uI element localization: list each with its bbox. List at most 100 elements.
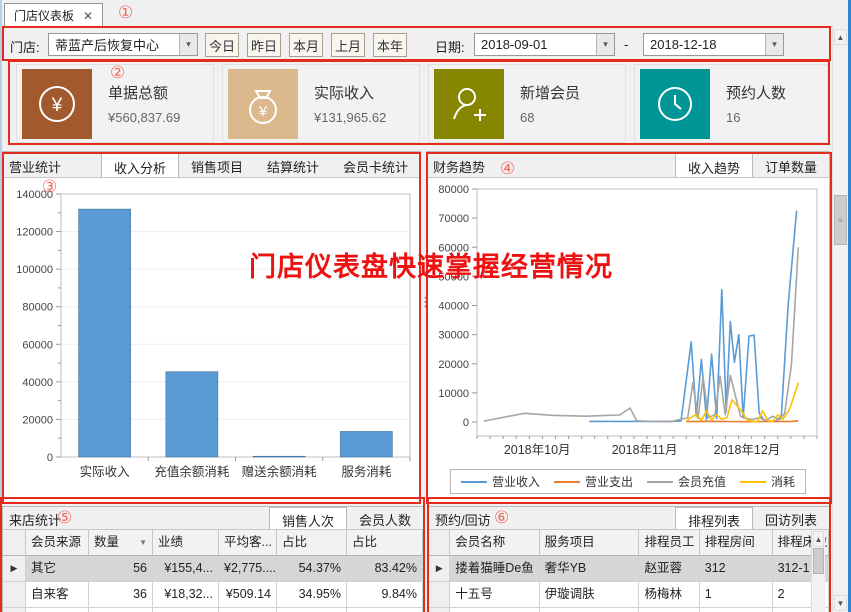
tab-income-trend[interactable]: 收入趋势 xyxy=(675,152,753,177)
range-button-this-month[interactable]: 本月 xyxy=(289,33,323,57)
table-cell: 自来客 xyxy=(26,582,89,608)
column-header[interactable]: 占比 xyxy=(277,530,347,556)
column-header[interactable]: 会员来源 xyxy=(26,530,89,556)
chart-legend: 营业收入营业支出会员充值消耗 xyxy=(450,469,806,494)
table-cell: 搂着猫睡De鱼 xyxy=(450,556,539,582)
table-row[interactable]: 转介绍5¥6,731...¥1,346...4.85%2.61% xyxy=(3,608,423,612)
kpi-label: 实际收入 xyxy=(314,82,386,103)
tab-settlement-stats[interactable]: 结算统计 xyxy=(255,152,331,177)
table-header-row: 会员名称服务项目排程员工排程房间排程床位 xyxy=(429,530,829,556)
range-button-last-month[interactable]: 上月 xyxy=(331,33,365,57)
svg-text:80000: 80000 xyxy=(22,302,53,314)
table-cell: 赵亚蓉 xyxy=(639,556,699,582)
scroll-up-icon[interactable]: ▲ xyxy=(837,33,845,42)
chevron-down-icon[interactable]: ▾ xyxy=(596,34,614,55)
range-button-this-year[interactable]: 本年 xyxy=(373,33,407,57)
row-selector[interactable]: ▶ xyxy=(3,556,26,582)
svg-text:50000: 50000 xyxy=(438,271,469,283)
table-cell: 其它 xyxy=(26,556,89,582)
tab-income-analysis[interactable]: 收入分析 xyxy=(101,152,179,177)
kpi-label: 新增会员 xyxy=(520,82,580,103)
person-plus-icon xyxy=(434,69,504,139)
chevron-down-icon[interactable]: ▾ xyxy=(179,34,197,55)
row-selector[interactable] xyxy=(3,582,26,608)
column-header[interactable]: 会员名称 xyxy=(450,530,539,556)
kpi-card-total-amount: ¥ 单据总额 ¥560,837.69 xyxy=(16,64,214,143)
main-scrollbar-thumb[interactable]: ≡ xyxy=(834,195,847,245)
column-header[interactable]: 排程员工 xyxy=(639,530,699,556)
column-header[interactable]: 排程房间 xyxy=(700,530,773,556)
table-row[interactable]: ▶搂着猫睡De鱼奢华YB赵亚蓉312312-1 xyxy=(429,556,829,582)
tab-member-count[interactable]: 会员人数 xyxy=(347,507,423,529)
column-header[interactable]: 占比 xyxy=(347,530,423,556)
row-selector[interactable] xyxy=(429,582,450,608)
row-selector[interactable] xyxy=(3,608,26,612)
legend-item: 会员充值 xyxy=(647,473,726,490)
filter-icon[interactable]: ▼ xyxy=(139,530,147,555)
money-bag-icon: ¥ xyxy=(228,69,298,139)
legend-swatch-icon xyxy=(554,481,580,483)
legend-item: 消耗 xyxy=(740,473,795,490)
table-cell: 54.37% xyxy=(277,556,347,582)
kpi-value: 16 xyxy=(726,110,786,125)
legend-swatch-icon xyxy=(647,481,673,483)
column-header[interactable]: 数量▼ xyxy=(89,530,153,556)
bar-chart: 020000400006000080000100000120000140000实… xyxy=(3,178,420,503)
table-cell: ¥6,731... xyxy=(153,608,219,612)
table-cell: ¥1,346... xyxy=(219,608,277,612)
kpi-card-actual-income: ¥ 实际收入 ¥131,965.62 xyxy=(222,64,420,143)
legend-label: 消耗 xyxy=(771,473,795,490)
tab-bar: 门店仪表板 ✕ xyxy=(2,0,833,27)
range-button-yesterday[interactable]: 昨日 xyxy=(247,33,281,57)
tab-callback-list[interactable]: 回访列表 xyxy=(753,507,829,529)
table-row[interactable]: ▶其它56¥155,4...¥2,775....54.37%83.42% xyxy=(3,556,423,582)
table-scrollbar[interactable]: ▲ xyxy=(811,530,825,612)
svg-text:2018年11月: 2018年11月 xyxy=(612,443,678,457)
table-row[interactable]: 双十三伊璇调肤王五11 xyxy=(429,608,829,612)
kpi-value: 68 xyxy=(520,110,580,125)
table-row[interactable]: 自来客36¥18,32...¥509.1434.95%9.84% xyxy=(3,582,423,608)
row-selector[interactable] xyxy=(429,608,450,612)
row-selector[interactable]: ▶ xyxy=(429,556,450,582)
tab-dashboard[interactable]: 门店仪表板 ✕ xyxy=(4,3,103,27)
kpi-card-appointments: 预约人数 16 xyxy=(634,64,828,143)
column-header[interactable]: 平均客... xyxy=(219,530,277,556)
close-icon[interactable]: ✕ xyxy=(83,9,93,23)
table-row[interactable]: 十五号伊璇调肤杨梅林12 xyxy=(429,582,829,608)
table-scrollbar-thumb[interactable] xyxy=(813,548,824,574)
date-from-select[interactable]: 2018-09-01 ▾ xyxy=(474,33,615,56)
scroll-up-icon[interactable]: ▲ xyxy=(815,535,823,544)
column-header[interactable]: 服务项目 xyxy=(540,530,640,556)
tab-member-card-stats[interactable]: 会员卡统计 xyxy=(331,152,420,177)
main-scrollbar[interactable]: ▲ ≡ ▼ xyxy=(832,28,848,612)
table-cell: 1 xyxy=(700,582,773,608)
legend-label: 营业支出 xyxy=(585,473,633,490)
business-stats-panel: 营业统计 收入分析 销售项目 结算统计 会员卡统计 02000040000600… xyxy=(2,151,421,503)
legend-swatch-icon xyxy=(461,481,487,483)
range-button-today[interactable]: 今日 xyxy=(205,33,239,57)
store-select[interactable]: 蒂蓝产后恢复中心 ▾ xyxy=(48,33,198,56)
tab-schedule-list[interactable]: 排程列表 xyxy=(675,507,753,529)
chevron-down-icon[interactable]: ▾ xyxy=(765,34,783,55)
table-cell: 转介绍 xyxy=(26,608,89,612)
column-header[interactable]: 业绩 xyxy=(153,530,219,556)
svg-text:¥: ¥ xyxy=(258,103,268,120)
svg-text:0: 0 xyxy=(463,417,469,429)
tab-sales-visits[interactable]: 销售人次 xyxy=(269,507,347,529)
panel-title: 营业统计 xyxy=(3,152,69,177)
table-cell: 十五号 xyxy=(450,582,539,608)
svg-text:实际收入: 实际收入 xyxy=(80,464,131,479)
svg-text:100000: 100000 xyxy=(16,264,53,276)
panel-splitter-handle[interactable]: ⋮ xyxy=(419,298,426,338)
date-separator: - xyxy=(624,37,628,52)
scroll-down-icon[interactable]: ▼ xyxy=(837,599,845,608)
tab-sales-items[interactable]: 销售项目 xyxy=(179,152,255,177)
table-cell: 双十三 xyxy=(450,608,539,612)
panel-title: 财务趋势 xyxy=(427,152,493,177)
toolbar: 门店: 蒂蓝产后恢复中心 ▾ 今日 昨日 本月 上月 本年 日期: 2018-0… xyxy=(2,28,831,61)
grip-dots-icon: ⋮ xyxy=(419,294,432,309)
table-cell: 王五 xyxy=(639,608,699,612)
date-to-select[interactable]: 2018-12-18 ▾ xyxy=(643,33,784,56)
svg-text:60000: 60000 xyxy=(22,339,53,351)
tab-order-count[interactable]: 订单数量 xyxy=(753,152,829,177)
